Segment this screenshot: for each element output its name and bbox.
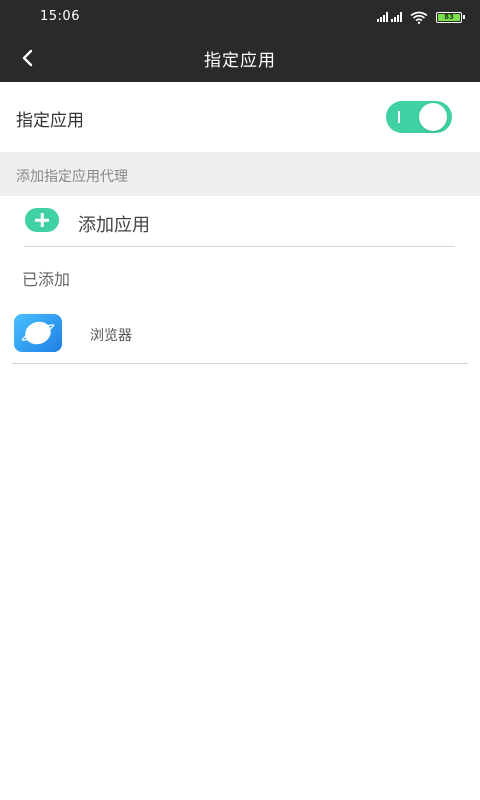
section-header-text: 添加指定应用代理 [16,169,128,185]
page-title: 指定应用 [204,51,276,71]
status-icons: 83 [377,10,465,24]
wifi-icon [410,11,428,24]
switch-track[interactable] [386,101,452,133]
section-header: 添加指定应用代理 [0,152,480,196]
switch-on-mark [398,111,400,123]
list-item[interactable]: 浏览器 [12,306,468,364]
nav-bar: 指定应用 [0,34,480,82]
battery-icon: 83 [436,11,465,23]
add-app-button[interactable]: 添加应用 [24,196,455,247]
add-app-label: 添加应用 [78,215,150,236]
toggle-label: 指定应用 [16,111,84,131]
battery-level: 83 [438,13,460,21]
plus-icon[interactable] [25,208,59,232]
designated-app-switch[interactable] [386,101,452,133]
status-time: 15:06 [40,9,80,24]
switch-knob[interactable] [419,103,447,131]
app-name: 浏览器 [90,328,132,344]
status-bar: 15:06 83 [0,0,480,34]
signal-icon [377,12,402,22]
added-section-label: 已添加 [22,270,71,289]
browser-app-icon [14,314,62,352]
